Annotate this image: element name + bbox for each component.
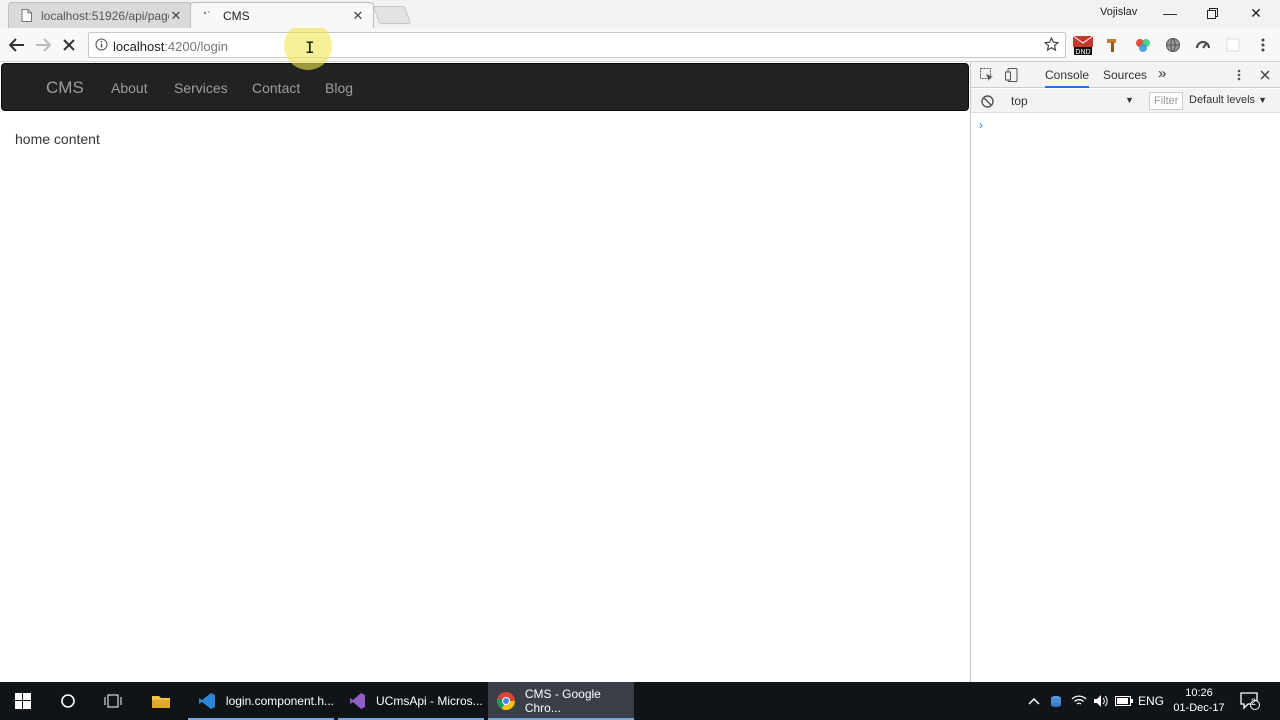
nav-link-about[interactable]: About — [111, 80, 148, 96]
tab-strip: localhost:51926/api/pagé ✕ CMS ✕ Vojisla… — [0, 0, 1280, 28]
filter-input[interactable]: Filter — [1149, 92, 1183, 110]
levels-label: Default levels — [1189, 94, 1256, 106]
tab-cms[interactable]: CMS ✕ — [190, 2, 374, 28]
devtools-panel: Console Sources » top ▼ Filter Default l… — [970, 62, 1280, 682]
levels-chevron-icon: ▼ — [1258, 95, 1268, 105]
address-bar[interactable]: localhost:4200/login — [88, 32, 1066, 58]
loading-icon — [201, 9, 215, 23]
clock-date: 01-Dec-17 — [1173, 702, 1225, 714]
context-select[interactable]: top — [1011, 94, 1028, 108]
device-toolbar-icon[interactable] — [1004, 67, 1020, 83]
taskbar-app-label: CMS - Google Chro... — [524, 687, 601, 715]
dnd-mail-icon[interactable]: DND — [1072, 35, 1094, 56]
tab-title: localhost:51926/api/pagé — [41, 8, 169, 23]
tab-close-icon[interactable]: ✕ — [351, 8, 365, 24]
blank-icon[interactable] — [1224, 36, 1242, 54]
clear-console-icon[interactable] — [979, 93, 995, 109]
taskbar-app-label: login.component.h... — [225, 694, 334, 708]
browser-toolbar: localhost:4200/login DND — [0, 28, 1280, 62]
battery-icon[interactable] — [1113, 682, 1135, 720]
taskbar-app-vscode[interactable]: login.component.h... — [188, 682, 334, 720]
new-tab-button[interactable] — [372, 6, 412, 24]
tab-api[interactable]: localhost:51926/api/pagé ✕ — [8, 2, 192, 28]
start-icon[interactable] — [0, 682, 46, 720]
nav-link-contact[interactable]: Contact — [252, 80, 300, 96]
vscode-icon — [196, 690, 218, 712]
info-icon[interactable] — [95, 38, 108, 54]
minimize-icon[interactable]: — — [1150, 2, 1190, 24]
tab-close-icon[interactable]: ✕ — [169, 8, 183, 24]
color-wheel-icon[interactable] — [1134, 36, 1152, 54]
browser-window: localhost:51926/api/pagé ✕ CMS ✕ Vojisla… — [0, 0, 1280, 720]
show-hidden-icons-icon[interactable] — [1024, 682, 1044, 720]
svg-text:DND: DND — [1075, 49, 1090, 56]
chevron-down-icon[interactable]: ▼ — [1125, 95, 1134, 105]
taskbar-app-chrome[interactable]: CMS - Google Chro... — [488, 682, 634, 720]
devtools-tab-sources[interactable]: Sources — [1103, 68, 1147, 82]
devtools-close-icon[interactable] — [1257, 67, 1273, 83]
console-toolbar: top ▼ Filter Default levels ▼ — [971, 89, 1280, 113]
site-navbar: CMS About Services Contact Blog — [1, 63, 969, 111]
levels-select[interactable]: Default levels ▼ — [1189, 94, 1267, 106]
bookmark-star-icon[interactable] — [1043, 36, 1060, 55]
file-explorer-icon[interactable] — [138, 682, 184, 720]
wifi-icon[interactable] — [1068, 682, 1090, 720]
back-icon[interactable] — [6, 34, 28, 56]
inspect-element-icon[interactable] — [979, 67, 995, 83]
language-indicator[interactable]: ENG — [1136, 682, 1166, 720]
cloud-sync-icon[interactable] — [1046, 682, 1066, 720]
chrome-icon — [496, 690, 517, 712]
close-window-icon[interactable]: ✕ — [1236, 2, 1276, 24]
restore-icon[interactable] — [1192, 2, 1232, 24]
forward-icon[interactable] — [32, 34, 54, 56]
devtools-menu-icon[interactable] — [1231, 67, 1247, 83]
web-page: CMS About Services Contact Blog home con… — [0, 62, 970, 682]
home-content: home content — [15, 131, 100, 147]
menu-icon[interactable] — [1254, 36, 1272, 54]
nav-link-blog[interactable]: Blog — [325, 80, 353, 96]
devtools-tabbar: Console Sources » — [971, 62, 1280, 88]
task-view-icon[interactable] — [90, 682, 136, 720]
volume-icon[interactable] — [1090, 682, 1112, 720]
hammer-icon[interactable] — [1104, 36, 1122, 54]
page-icon — [19, 9, 33, 23]
taskbar-app-visual-studio[interactable]: UCmsApi - Micros... — [338, 682, 484, 720]
windows-taskbar: login.component.h... UCmsApi - Micros...… — [0, 682, 1280, 720]
taskbar-app-label: UCmsApi - Micros... — [376, 694, 483, 708]
url-path: :4200/login — [164, 39, 228, 54]
profile-name[interactable]: Vojislav — [1100, 6, 1137, 18]
url-host: localhost — [113, 39, 165, 54]
more-tabs-icon[interactable]: » — [1158, 65, 1166, 82]
visual-studio-icon — [346, 690, 368, 712]
clock-time: 10:26 — [1185, 687, 1213, 699]
globe-icon[interactable] — [1164, 36, 1182, 54]
search-icon[interactable] — [46, 682, 90, 720]
taskbar-clock[interactable]: 10:26 01-Dec-17 — [1168, 686, 1230, 716]
notification-count: 2 — [1251, 697, 1257, 707]
nav-link-services[interactable]: Services — [174, 80, 228, 96]
url-text: localhost:4200/login — [113, 39, 228, 54]
navbar-brand[interactable]: CMS — [46, 78, 84, 98]
console-prompt[interactable]: › — [979, 118, 983, 132]
devtools-tab-console[interactable]: Console — [1045, 68, 1090, 88]
stop-loading-icon[interactable] — [58, 34, 80, 56]
tab-title: CMS — [223, 8, 250, 23]
text-cursor-icon: I — [305, 38, 315, 57]
action-center-icon[interactable]: 2 — [1236, 682, 1264, 720]
speed-icon[interactable] — [1194, 36, 1212, 54]
